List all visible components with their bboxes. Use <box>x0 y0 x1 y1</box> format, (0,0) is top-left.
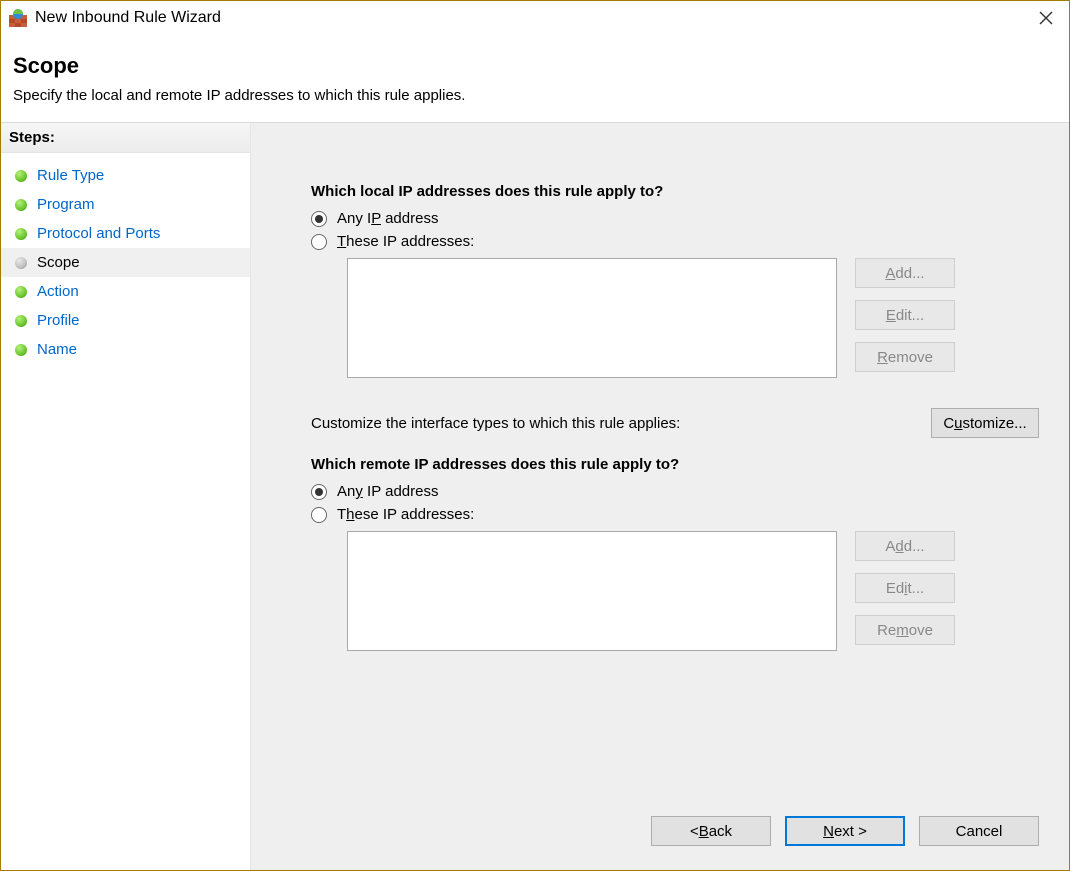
remote-ip-heading: Which remote IP addresses does this rule… <box>311 456 1039 473</box>
nav-buttons: < Back Next > Cancel <box>651 816 1039 846</box>
page-title: Scope <box>13 53 1057 79</box>
remote-these-ip-label: These IP addresses: <box>337 506 474 523</box>
remote-edit-button[interactable]: Edit... <box>855 573 955 603</box>
local-edit-button[interactable]: Edit... <box>855 300 955 330</box>
step-bullet-icon <box>15 344 27 356</box>
titlebar: New Inbound Rule Wizard <box>1 1 1069 35</box>
cancel-button[interactable]: Cancel <box>919 816 1039 846</box>
step-bullet-icon <box>15 257 27 269</box>
local-ip-heading: Which local IP addresses does this rule … <box>311 183 1039 200</box>
main-panel: Which local IP addresses does this rule … <box>251 123 1069 870</box>
step-profile[interactable]: Profile <box>1 306 250 335</box>
remote-these-ip-radio-row[interactable]: These IP addresses: <box>311 506 1039 523</box>
step-label: Profile <box>37 312 80 329</box>
local-ip-list[interactable] <box>347 258 837 378</box>
step-label: Name <box>37 341 77 358</box>
local-any-ip-radio-row[interactable]: Any IP address <box>311 210 1039 227</box>
steps-list: Rule Type Program Protocol and Ports Sco… <box>1 153 250 364</box>
step-bullet-icon <box>15 199 27 211</box>
step-label: Rule Type <box>37 167 104 184</box>
steps-sidebar: Steps: Rule Type Program Protocol and Po… <box>1 123 251 870</box>
remote-any-ip-radio[interactable] <box>311 484 327 500</box>
step-rule-type[interactable]: Rule Type <box>1 161 250 190</box>
step-bullet-icon <box>15 170 27 182</box>
page-subtitle: Specify the local and remote IP addresse… <box>13 87 1057 104</box>
back-button[interactable]: < Back <box>651 816 771 846</box>
steps-heading: Steps: <box>1 123 250 153</box>
remote-ip-list[interactable] <box>347 531 837 651</box>
local-these-ip-label: These IP addresses: <box>337 233 474 250</box>
step-bullet-icon <box>15 286 27 298</box>
step-label: Scope <box>37 254 80 271</box>
local-any-ip-radio[interactable] <box>311 211 327 227</box>
local-remove-button[interactable]: Remove <box>855 342 955 372</box>
remote-remove-button[interactable]: Remove <box>855 615 955 645</box>
close-icon <box>1039 11 1053 25</box>
step-bullet-icon <box>15 228 27 240</box>
remote-any-ip-label: Any IP address <box>337 483 438 500</box>
local-add-button[interactable]: Add... <box>855 258 955 288</box>
window-title: New Inbound Rule Wizard <box>35 9 221 27</box>
customize-interfaces-label: Customize the interface types to which t… <box>311 415 680 432</box>
step-bullet-icon <box>15 315 27 327</box>
wizard-window: New Inbound Rule Wizard Scope Specify th… <box>0 0 1070 871</box>
step-name[interactable]: Name <box>1 335 250 364</box>
firewall-icon <box>9 9 27 27</box>
step-program[interactable]: Program <box>1 190 250 219</box>
step-scope[interactable]: Scope <box>1 248 250 277</box>
wizard-header: Scope Specify the local and remote IP ad… <box>1 35 1069 123</box>
close-button[interactable] <box>1023 2 1069 34</box>
step-label: Protocol and Ports <box>37 225 160 242</box>
local-these-ip-radio[interactable] <box>311 234 327 250</box>
step-action[interactable]: Action <box>1 277 250 306</box>
local-these-ip-radio-row[interactable]: These IP addresses: <box>311 233 1039 250</box>
remote-any-ip-radio-row[interactable]: Any IP address <box>311 483 1039 500</box>
customize-button[interactable]: Customize... <box>931 408 1039 438</box>
step-label: Program <box>37 196 95 213</box>
remote-these-ip-radio[interactable] <box>311 507 327 523</box>
local-any-ip-label: Any IP address <box>337 210 438 227</box>
remote-add-button[interactable]: Add... <box>855 531 955 561</box>
step-protocol-and-ports[interactable]: Protocol and Ports <box>1 219 250 248</box>
step-label: Action <box>37 283 79 300</box>
next-button[interactable]: Next > <box>785 816 905 846</box>
